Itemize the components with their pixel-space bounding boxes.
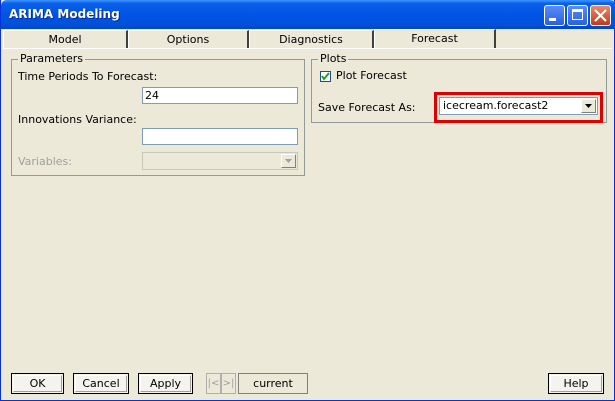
cancel-label: Cancel — [82, 377, 120, 390]
ok-label: OK — [29, 377, 46, 390]
highlight-box — [434, 92, 603, 123]
button-bar: OK Cancel Apply |< >| current Help — [3, 365, 614, 397]
current-indicator: current — [238, 373, 308, 394]
parameters-group-label: Parameters — [18, 52, 85, 65]
checkmark-icon — [321, 72, 330, 81]
apply-button[interactable]: Apply — [138, 373, 193, 394]
time-periods-input[interactable]: 24 — [142, 87, 298, 104]
cancel-button[interactable]: Cancel — [73, 373, 129, 394]
maximize-button[interactable] — [567, 5, 588, 26]
chevron-down-icon — [285, 159, 292, 163]
window-title: ARIMA Modeling — [9, 7, 120, 21]
variables-select — [142, 152, 298, 170]
help-label: Help — [563, 377, 589, 390]
first-icon: |< — [206, 373, 221, 394]
tab-options[interactable]: Options — [128, 30, 249, 48]
tab-divider — [3, 48, 612, 49]
parameters-group: Parameters Time Periods To Forecast: 24 … — [11, 52, 305, 176]
prev-icon: >| — [221, 373, 236, 394]
title-bar: ARIMA Modeling — [1, 0, 615, 29]
ok-button[interactable]: OK — [11, 373, 64, 394]
innovations-variance-label: Innovations Variance: — [18, 113, 137, 126]
plot-forecast-label: Plot Forecast — [336, 69, 407, 82]
variables-label: Variables: — [18, 155, 72, 168]
time-periods-label: Time Periods To Forecast: — [18, 70, 158, 83]
close-icon — [594, 9, 607, 22]
tab-model[interactable]: Model — [3, 30, 128, 48]
innovations-variance-input[interactable] — [142, 128, 298, 145]
tab-forecast[interactable]: Forecast — [374, 29, 496, 48]
variables-dropdown-button — [281, 154, 296, 168]
apply-label: Apply — [149, 377, 182, 390]
tab-strip: Model Options Diagnostics Forecast — [3, 29, 614, 49]
minimize-button[interactable] — [544, 5, 565, 26]
tab-diagnostics[interactable]: Diagnostics — [249, 30, 374, 48]
save-forecast-label: Save Forecast As: — [318, 101, 416, 114]
arima-dialog: ARIMA Modeling Model Options Diagnostics… — [0, 0, 615, 401]
maximize-icon — [572, 9, 583, 20]
close-button[interactable] — [590, 5, 611, 26]
minimize-icon — [549, 18, 556, 21]
plots-group-label: Plots — [318, 52, 349, 65]
help-button[interactable]: Help — [548, 373, 604, 394]
plot-forecast-checkbox[interactable] — [320, 71, 331, 82]
